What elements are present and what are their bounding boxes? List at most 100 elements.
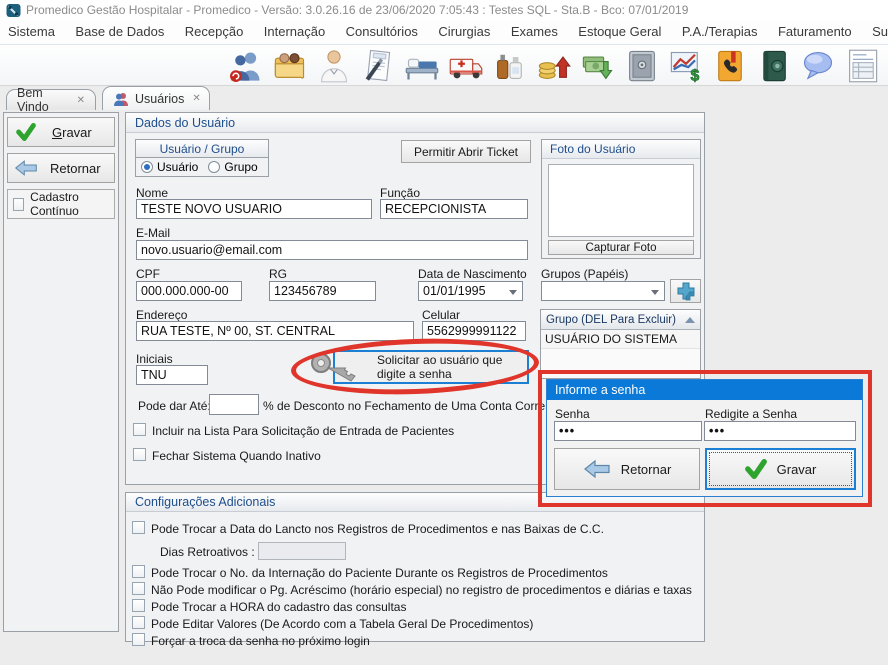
radio-grupo-label: Grupo bbox=[224, 160, 257, 174]
add-group-icon bbox=[676, 281, 696, 301]
photo-box: Foto do Usuário Capturar Foto bbox=[541, 139, 701, 259]
email-input[interactable] bbox=[136, 240, 528, 260]
pharmacy-icon[interactable] bbox=[490, 47, 530, 85]
add-group-button[interactable] bbox=[670, 279, 701, 303]
gravar-button[interactable]: Gravar bbox=[7, 117, 115, 147]
menu-estoque-geral[interactable]: Estoque Geral bbox=[570, 20, 669, 44]
grupo-grid: Grupo (DEL Para Excluir) USUÁRIO DO SIST… bbox=[540, 309, 701, 379]
svg-text:$: $ bbox=[691, 68, 700, 84]
ledger-book-icon[interactable] bbox=[754, 47, 794, 85]
senha-input[interactable] bbox=[554, 421, 702, 441]
desconto-input[interactable] bbox=[209, 394, 259, 415]
tab-bem-vindo-label: Bem Vindo bbox=[17, 86, 69, 114]
solicitar-senha-label: Solicitar ao usuário que digite a senha bbox=[377, 353, 527, 381]
back-arrow-icon bbox=[14, 159, 38, 177]
valores-checkbox[interactable] bbox=[132, 616, 145, 629]
menu-sus-ans[interactable]: Sus/Ans bbox=[864, 20, 888, 44]
nome-label: Nome bbox=[136, 186, 168, 200]
tab-usuarios-close-icon[interactable]: ✕ bbox=[192, 93, 200, 104]
sidebar: Gravar Retornar Cadastro Contínuo bbox=[3, 112, 119, 632]
ambulance-icon[interactable] bbox=[446, 47, 486, 85]
dialog-gravar-label: Gravar bbox=[777, 462, 817, 477]
grupos-combo[interactable] bbox=[541, 281, 665, 301]
password-dialog-title: Informe a senha bbox=[547, 380, 862, 400]
capturar-foto-label: Capturar Foto bbox=[586, 242, 657, 254]
fechar-sistema-checkbox[interactable] bbox=[133, 448, 146, 461]
permitir-abrir-ticket-button[interactable]: Permitir Abrir Ticket bbox=[401, 140, 531, 163]
payment-down-icon[interactable] bbox=[578, 47, 618, 85]
tab-bar: Bem Vindo ✕ Usuários ✕ bbox=[0, 86, 888, 110]
forcar-senha-checkbox[interactable] bbox=[132, 633, 145, 646]
report-icon[interactable] bbox=[842, 47, 882, 85]
acrescimo-checkbox[interactable] bbox=[132, 582, 145, 595]
grupo-grid-row[interactable]: USUÁRIO DO SISTEMA bbox=[541, 330, 700, 349]
cadastro-continuo-panel: Cadastro Contínuo bbox=[7, 189, 115, 219]
photo-box-title: Foto do Usuário bbox=[542, 140, 700, 159]
desconto-suffix: % de Desconto no Fechamento de Uma Conta… bbox=[263, 399, 562, 413]
chat-icon[interactable] bbox=[798, 47, 838, 85]
app-logo-icon bbox=[6, 3, 21, 18]
finance-chart-icon[interactable]: $ bbox=[666, 47, 706, 85]
funcao-input[interactable] bbox=[380, 199, 528, 219]
menu-base-de-dados[interactable]: Base de Dados bbox=[67, 20, 172, 44]
endereco-input[interactable] bbox=[136, 321, 414, 341]
grupo-grid-header[interactable]: Grupo (DEL Para Excluir) bbox=[541, 310, 700, 330]
cpf-input[interactable] bbox=[136, 281, 242, 301]
valores-label: Pode Editar Valores (De Acordo com a Tab… bbox=[151, 617, 533, 631]
menu-consultorios[interactable]: Consultórios bbox=[338, 20, 426, 44]
hora-label: Pode Trocar a HORA do cadastro das consu… bbox=[151, 600, 406, 614]
users-icon[interactable] bbox=[226, 47, 266, 85]
window-title: Promedico Gestão Hospitalar - Promedico … bbox=[26, 0, 688, 20]
data-lancto-checkbox[interactable] bbox=[132, 521, 145, 534]
safe-icon[interactable] bbox=[622, 47, 662, 85]
incluir-lista-label: Incluir na Lista Para Solicitação de Ent… bbox=[152, 424, 454, 438]
radio-grupo[interactable]: Grupo bbox=[208, 160, 257, 174]
dropdown-arrow-icon bbox=[509, 290, 517, 295]
nascimento-label: Data de Nascimento bbox=[418, 267, 527, 281]
dias-retroativos-input[interactable] bbox=[258, 542, 346, 560]
hospital-bed-icon[interactable] bbox=[402, 47, 442, 85]
menu-pa-terapias[interactable]: P.A./Terapias bbox=[674, 20, 766, 44]
grupo-grid-header-label: Grupo (DEL Para Excluir) bbox=[546, 310, 685, 330]
user-group-icon bbox=[113, 92, 129, 106]
hora-checkbox[interactable] bbox=[132, 599, 145, 612]
radio-usuario[interactable]: Usuário bbox=[141, 160, 198, 174]
data-lancto-label: Pode Trocar a Data do Lancto nos Registr… bbox=[151, 522, 604, 536]
menu-exames[interactable]: Exames bbox=[503, 20, 566, 44]
revenue-up-icon[interactable] bbox=[534, 47, 574, 85]
rg-input[interactable] bbox=[269, 281, 376, 301]
dialog-gravar-button[interactable]: Gravar bbox=[705, 448, 856, 490]
celular-input[interactable] bbox=[422, 321, 526, 341]
redigite-input[interactable] bbox=[704, 421, 856, 441]
phonebook-icon[interactable] bbox=[710, 47, 750, 85]
nascimento-combo[interactable]: 01/01/1995 bbox=[418, 281, 523, 301]
endereco-label: Endereço bbox=[136, 308, 187, 322]
internacao-checkbox[interactable] bbox=[132, 565, 145, 578]
celular-label: Celular bbox=[422, 308, 460, 322]
tab-bem-vindo-close-icon[interactable]: ✕ bbox=[77, 95, 85, 106]
retornar-button[interactable]: Retornar bbox=[7, 153, 115, 183]
user-data-panel-title: Dados do Usuário bbox=[126, 113, 704, 133]
capturar-foto-button[interactable]: Capturar Foto bbox=[548, 240, 694, 255]
cadastro-continuo-checkbox[interactable] bbox=[13, 198, 24, 211]
menu-cirurgias[interactable]: Cirurgias bbox=[430, 20, 498, 44]
forcar-senha-label: Forçar a troca da senha no próximo login bbox=[151, 634, 370, 648]
medical-record-icon[interactable] bbox=[358, 47, 398, 85]
radio-usuario-label: Usuário bbox=[157, 160, 198, 174]
grupos-label: Grupos (Papéis) bbox=[541, 267, 628, 281]
tab-bem-vindo[interactable]: Bem Vindo ✕ bbox=[6, 89, 96, 110]
iniciais-input[interactable] bbox=[136, 365, 208, 385]
nome-input[interactable] bbox=[136, 199, 372, 219]
dialog-retornar-button[interactable]: Retornar bbox=[554, 448, 700, 490]
menu-recepcao[interactable]: Recepção bbox=[177, 20, 252, 44]
menu-internacao[interactable]: Internação bbox=[256, 20, 333, 44]
dialog-retornar-label: Retornar bbox=[621, 462, 672, 477]
menu-sistema[interactable]: Sistema bbox=[0, 20, 63, 44]
tab-usuarios[interactable]: Usuários ✕ bbox=[102, 86, 210, 110]
patients-folder-icon[interactable] bbox=[270, 47, 310, 85]
incluir-lista-checkbox[interactable] bbox=[133, 423, 146, 436]
funcao-label: Função bbox=[380, 186, 420, 200]
solicitar-senha-button[interactable]: Solicitar ao usuário que digite a senha bbox=[333, 350, 529, 384]
doctor-icon[interactable] bbox=[314, 47, 354, 85]
menu-faturamento[interactable]: Faturamento bbox=[770, 20, 860, 44]
